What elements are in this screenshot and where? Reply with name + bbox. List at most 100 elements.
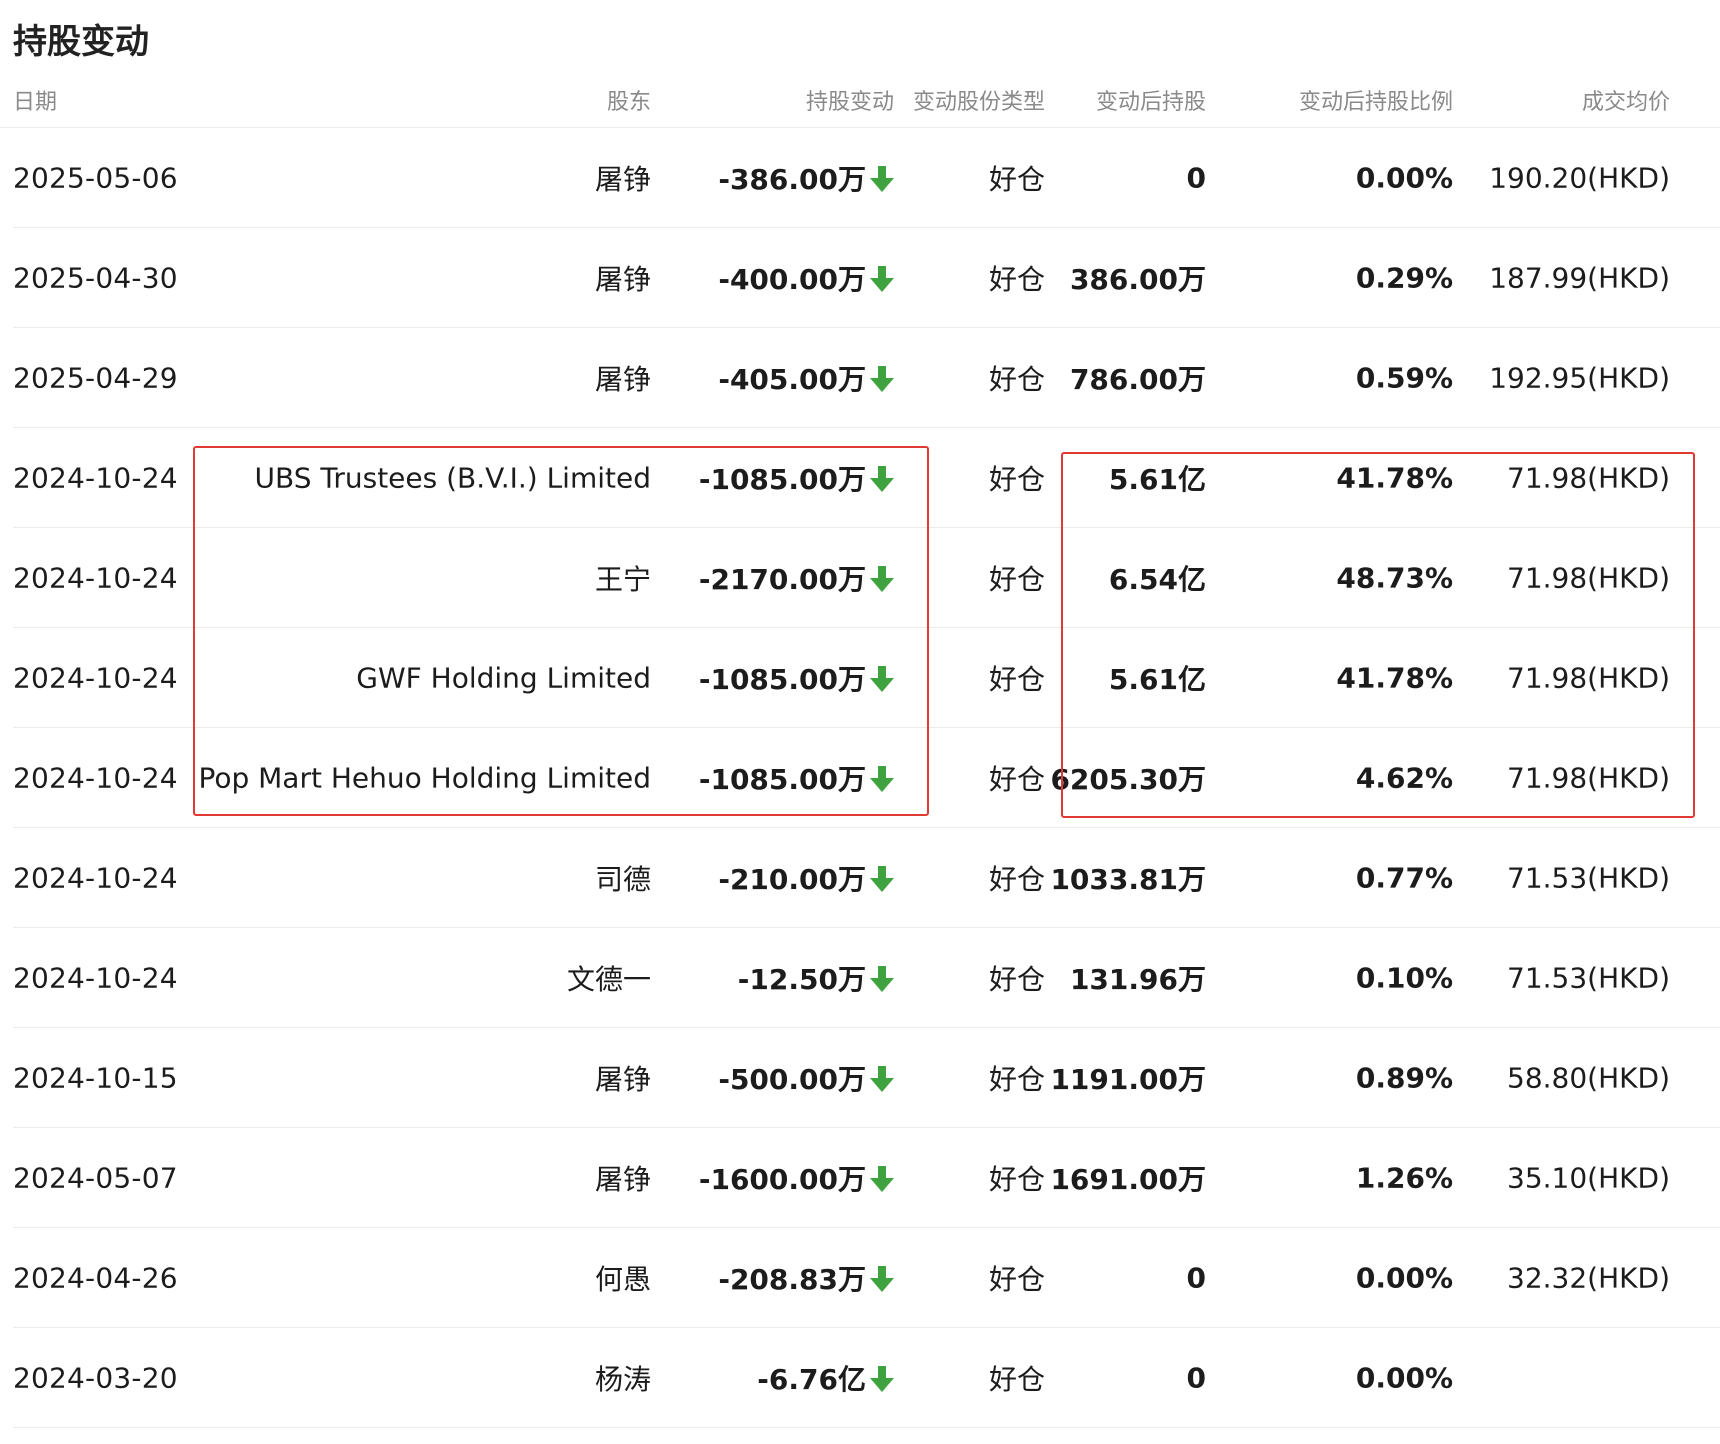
holder-cell: 屠铮 — [594, 263, 651, 296]
change-value: -210.00万 — [718, 863, 866, 896]
share-type-cell: 好仓 — [988, 963, 1045, 996]
change-value: -405.00万 — [718, 363, 866, 396]
change-value: -1085.00万 — [698, 763, 866, 796]
holder-cell: 屠铮 — [594, 163, 651, 196]
arrow-down-icon — [870, 366, 894, 392]
share-type-cell: 好仓 — [988, 163, 1045, 196]
table-row[interactable]: 2024-10-24 王宁 -2170.00万 好仓 6.54亿 48.73% … — [0, 528, 1720, 628]
change-value: -12.50万 — [737, 963, 866, 996]
table-row[interactable]: 2024-10-24 Pop Mart Hehuo Holding Limite… — [0, 728, 1720, 828]
after-ratio-cell: 0.77% — [1355, 861, 1453, 895]
change-value: -386.00万 — [718, 163, 866, 196]
holder-cell: 司德 — [594, 863, 651, 896]
share-type-cell: 好仓 — [988, 663, 1045, 696]
share-type-cell: 好仓 — [988, 1363, 1045, 1396]
after-ratio-cell: 48.73% — [1336, 561, 1453, 595]
table-header: 日期 股东 持股变动 变动股份类型 变动后持股 变动后持股比例 成交均价 — [0, 80, 1720, 120]
date-cell: 2025-04-30 — [13, 261, 178, 295]
share-type-cell: 好仓 — [988, 263, 1045, 296]
table-row[interactable]: 2024-10-24 文德一 -12.50万 好仓 131.96万 0.10% … — [0, 928, 1720, 1028]
change-cell: -400.00万 — [718, 258, 894, 298]
share-type-cell: 好仓 — [988, 463, 1045, 496]
avg-price-cell: 71.98(HKD) — [1507, 461, 1670, 495]
arrow-down-icon — [870, 966, 894, 992]
date-cell: 2024-10-15 — [13, 1061, 178, 1095]
column-header-after-holding[interactable]: 变动后持股 — [1096, 84, 1206, 116]
table-row[interactable]: 2025-05-06 屠铮 -386.00万 好仓 0 0.00% 190.20… — [0, 128, 1720, 228]
arrow-down-icon — [870, 266, 894, 292]
table-row[interactable]: 2024-10-24 GWF Holding Limited -1085.00万… — [0, 628, 1720, 728]
after-ratio-cell: 0.00% — [1355, 1261, 1453, 1295]
after-ratio-cell: 1.26% — [1355, 1161, 1453, 1195]
after-holding-cell: 6.54亿 — [1108, 563, 1206, 596]
after-ratio-cell: 0.89% — [1355, 1061, 1453, 1095]
row-divider — [13, 1427, 1720, 1428]
after-ratio-cell: 0.00% — [1355, 161, 1453, 195]
after-holding-cell: 386.00万 — [1069, 263, 1206, 296]
table-row[interactable]: 2024-04-26 何愚 -208.83万 好仓 0 0.00% 32.32(… — [0, 1228, 1720, 1328]
arrow-down-icon — [870, 1266, 894, 1292]
column-header-after-ratio[interactable]: 变动后持股比例 — [1299, 84, 1453, 116]
holder-cell: 杨涛 — [594, 1363, 651, 1396]
change-cell: -2170.00万 — [699, 558, 894, 598]
arrow-down-icon — [870, 1066, 894, 1092]
after-ratio-cell: 4.62% — [1355, 761, 1453, 795]
change-value: -1085.00万 — [698, 463, 866, 496]
table-row[interactable]: 2025-04-30 屠铮 -400.00万 好仓 386.00万 0.29% … — [0, 228, 1720, 328]
date-cell: 2024-10-24 — [13, 561, 178, 595]
date-cell: 2024-05-07 — [13, 1161, 178, 1195]
change-cell: -405.00万 — [718, 358, 894, 398]
after-holding-cell: 1691.00万 — [1050, 1163, 1206, 1196]
after-ratio-cell: 41.78% — [1336, 461, 1453, 495]
change-cell: -1085.00万 — [699, 458, 894, 498]
change-cell: -1085.00万 — [699, 658, 894, 698]
table-row[interactable]: 2024-10-15 屠铮 -500.00万 好仓 1191.00万 0.89%… — [0, 1028, 1720, 1128]
avg-price-cell: 190.20(HKD) — [1489, 161, 1670, 195]
share-type-cell: 好仓 — [988, 763, 1045, 796]
avg-price-cell: 192.95(HKD) — [1489, 361, 1670, 395]
holder-cell: 文德一 — [566, 963, 651, 996]
date-cell: 2024-10-24 — [13, 461, 178, 495]
after-ratio-cell: 0.10% — [1355, 961, 1453, 995]
change-cell: -500.00万 — [718, 1058, 894, 1098]
after-ratio-cell: 0.00% — [1355, 1361, 1453, 1395]
change-value: -500.00万 — [718, 1063, 866, 1096]
column-header-holder[interactable]: 股东 — [607, 84, 651, 116]
after-holding-cell: 5.61亿 — [1108, 463, 1206, 496]
column-header-date[interactable]: 日期 — [13, 84, 57, 116]
arrow-down-icon — [870, 166, 894, 192]
change-value: -6.76亿 — [757, 1363, 866, 1396]
change-cell: -208.83万 — [718, 1258, 894, 1298]
holder-cell: GWF Holding Limited — [356, 661, 651, 695]
table-row[interactable]: 2024-10-24 UBS Trustees (B.V.I.) Limited… — [0, 428, 1720, 528]
arrow-down-icon — [870, 1366, 894, 1392]
change-cell: -6.76亿 — [757, 1358, 894, 1398]
arrow-down-icon — [870, 666, 894, 692]
arrow-down-icon — [870, 1166, 894, 1192]
change-value: -208.83万 — [718, 1263, 866, 1296]
change-cell: -210.00万 — [718, 858, 894, 898]
after-holding-cell: 1033.81万 — [1050, 863, 1206, 896]
arrow-down-icon — [870, 566, 894, 592]
date-cell: 2024-04-26 — [13, 1261, 178, 1295]
after-ratio-cell: 0.59% — [1355, 361, 1453, 395]
after-holding-cell: 6205.30万 — [1050, 763, 1206, 796]
after-holding-cell: 0 — [1186, 1261, 1206, 1295]
share-type-cell: 好仓 — [988, 1263, 1045, 1296]
column-header-share-type[interactable]: 变动股份类型 — [913, 84, 1045, 116]
share-type-cell: 好仓 — [988, 363, 1045, 396]
page-title: 持股变动 — [13, 22, 149, 62]
arrow-down-icon — [870, 466, 894, 492]
share-type-cell: 好仓 — [988, 1163, 1045, 1196]
change-cell: -12.50万 — [738, 958, 894, 998]
change-cell: -1600.00万 — [699, 1158, 894, 1198]
arrow-down-icon — [870, 766, 894, 792]
table-row[interactable]: 2024-05-07 屠铮 -1600.00万 好仓 1691.00万 1.26… — [0, 1128, 1720, 1228]
date-cell: 2024-03-20 — [13, 1361, 178, 1395]
table-row[interactable]: 2025-04-29 屠铮 -405.00万 好仓 786.00万 0.59% … — [0, 328, 1720, 428]
avg-price-cell: 71.98(HKD) — [1507, 761, 1670, 795]
column-header-avg-price[interactable]: 成交均价 — [1582, 84, 1670, 116]
column-header-change[interactable]: 持股变动 — [806, 84, 894, 116]
table-row[interactable]: 2024-10-24 司德 -210.00万 好仓 1033.81万 0.77%… — [0, 828, 1720, 928]
table-row[interactable]: 2024-03-20 杨涛 -6.76亿 好仓 0 0.00% — [0, 1328, 1720, 1428]
